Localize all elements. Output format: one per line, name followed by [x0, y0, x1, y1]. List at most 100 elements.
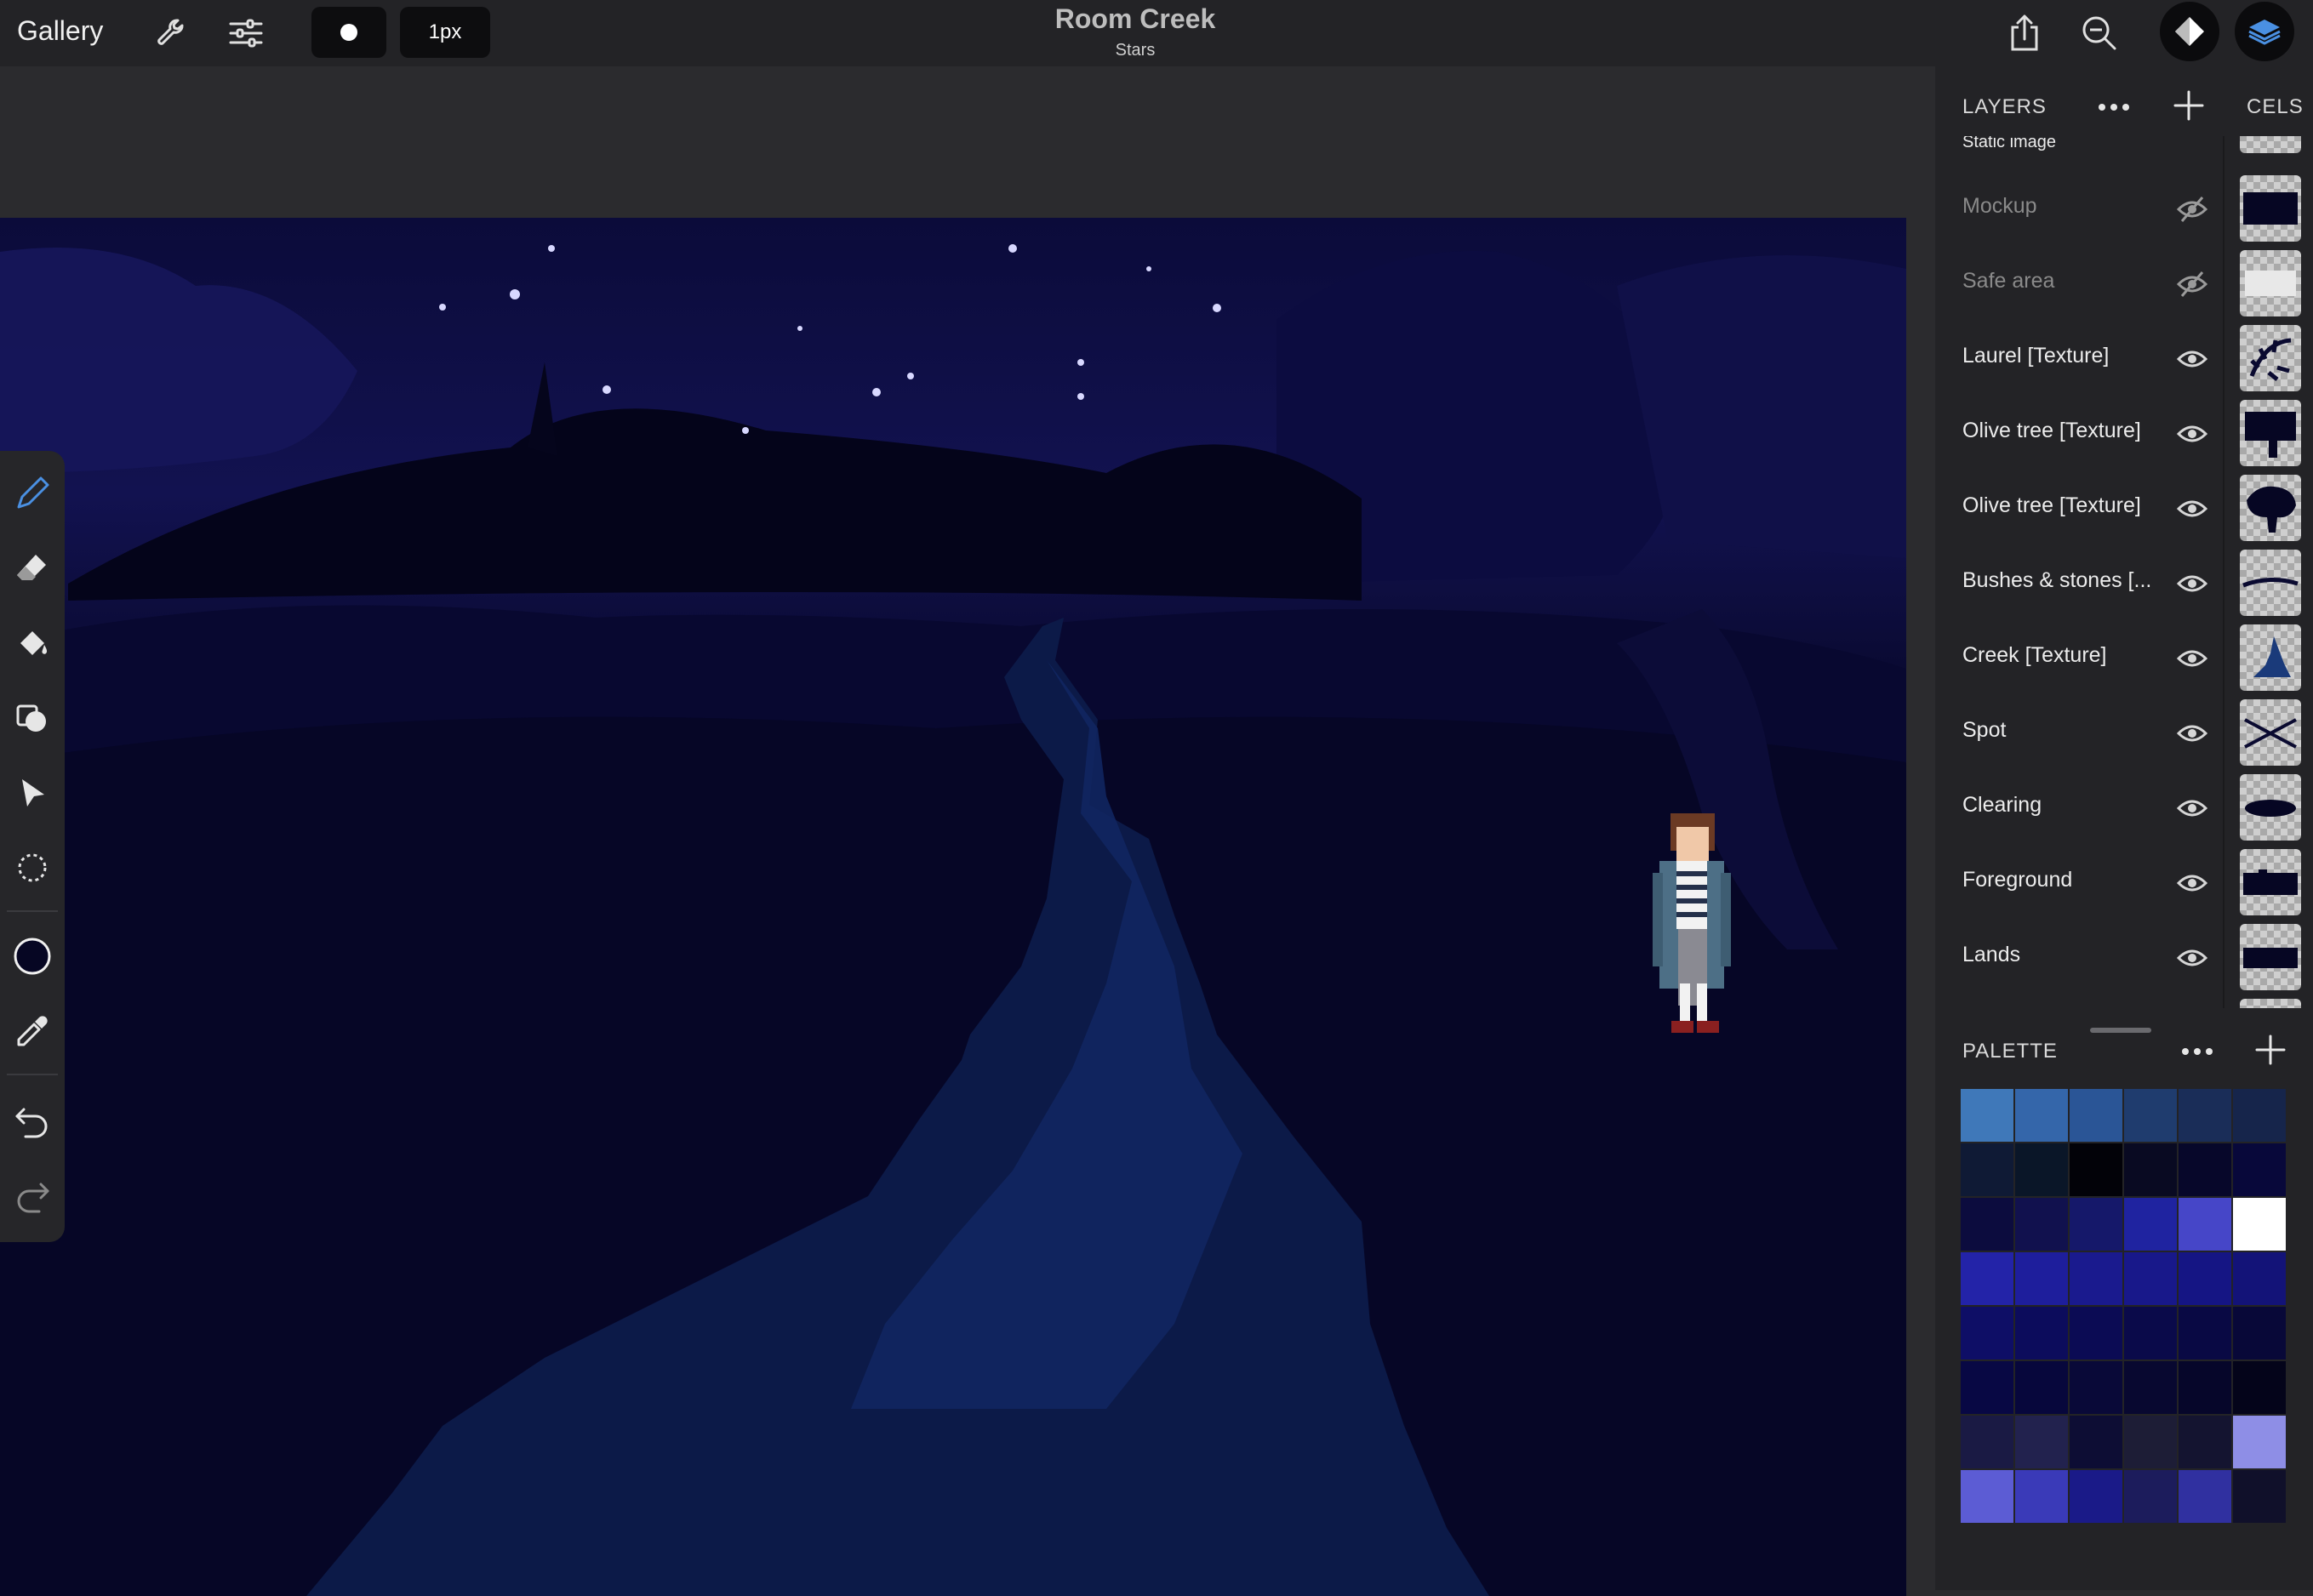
pencil-tool[interactable] — [7, 468, 58, 519]
palette-swatch[interactable] — [2179, 1143, 2231, 1196]
panel-resize-handle[interactable] — [2090, 1028, 2151, 1033]
palette-swatch[interactable] — [2070, 1361, 2122, 1414]
fill-tool[interactable] — [7, 618, 58, 669]
palette-swatch[interactable] — [2233, 1089, 2286, 1142]
gallery-button[interactable]: Gallery — [17, 15, 103, 47]
palette-swatch[interactable] — [2179, 1089, 2231, 1142]
palette-swatch[interactable] — [2124, 1089, 2177, 1142]
layers-more-button[interactable] — [2095, 92, 2133, 123]
eye-icon[interactable] — [2175, 419, 2209, 449]
palette-swatch[interactable] — [1961, 1470, 2013, 1523]
palette-swatch[interactable] — [2070, 1252, 2122, 1305]
palette-swatch[interactable] — [1961, 1361, 2013, 1414]
palette-swatch[interactable] — [2233, 1416, 2286, 1468]
palette-swatch[interactable] — [2070, 1470, 2122, 1523]
color-button[interactable] — [7, 931, 58, 982]
palette-swatch[interactable] — [2233, 1252, 2286, 1305]
layer-row[interactable]: Olive tree [Texture] — [1935, 471, 2313, 546]
eye-icon[interactable] — [2175, 493, 2209, 524]
shapes-tool[interactable] — [7, 693, 58, 744]
palette-swatch[interactable] — [2124, 1198, 2177, 1251]
palette-swatch[interactable] — [2124, 1252, 2177, 1305]
palette-more-button[interactable] — [2179, 1036, 2216, 1067]
palette-swatch[interactable] — [2179, 1307, 2231, 1359]
palette-swatch[interactable] — [1961, 1198, 2013, 1251]
palette-swatch[interactable] — [2070, 1143, 2122, 1196]
eyedropper-tool[interactable] — [7, 1006, 58, 1057]
palette-swatch[interactable] — [1961, 1416, 2013, 1468]
palette-swatch[interactable] — [2015, 1470, 2068, 1523]
palette-swatch[interactable] — [2015, 1089, 2068, 1142]
eye-hidden-icon[interactable] — [2175, 194, 2209, 225]
wrench-icon[interactable] — [150, 12, 192, 54]
palette-swatch[interactable] — [2070, 1416, 2122, 1468]
eye-icon[interactable] — [2175, 718, 2209, 749]
layer-row[interactable]: Bushes & stones [... — [1935, 546, 2313, 621]
palette-swatch[interactable] — [2124, 1143, 2177, 1196]
layers-button[interactable] — [2235, 2, 2294, 61]
layer-row[interactable]: Foreground — [1935, 846, 2313, 921]
palette-swatch[interactable] — [2233, 1143, 2286, 1196]
move-tool[interactable] — [7, 767, 58, 818]
palette-swatch[interactable] — [2179, 1198, 2231, 1251]
eye-icon[interactable] — [2175, 943, 2209, 973]
add-layer-button[interactable] — [2172, 88, 2206, 123]
layer-row[interactable]: Creek [Texture] — [1935, 621, 2313, 696]
palette-swatch[interactable] — [1961, 1307, 2013, 1359]
adjustments-icon[interactable] — [225, 12, 267, 54]
layer-row[interactable]: Olive tree [Texture] — [1935, 396, 2313, 471]
layers-icon — [2248, 20, 2281, 45]
palette-swatch[interactable] — [2070, 1198, 2122, 1251]
palette-swatch[interactable] — [2124, 1307, 2177, 1359]
zoom-icon[interactable] — [2078, 12, 2121, 54]
layer-row[interactable]: Clearing — [1935, 771, 2313, 846]
palette-swatch[interactable] — [2233, 1470, 2286, 1523]
palette-swatch[interactable] — [1961, 1143, 2013, 1196]
palette-swatch[interactable] — [1961, 1089, 2013, 1142]
palette-grid — [1961, 1089, 2287, 1523]
palette-swatch[interactable] — [2015, 1416, 2068, 1468]
palette-swatch[interactable] — [2015, 1252, 2068, 1305]
share-icon[interactable] — [2003, 12, 2046, 54]
palette-swatch[interactable] — [2124, 1470, 2177, 1523]
palette-swatch[interactable] — [2015, 1361, 2068, 1414]
brush-dot-button[interactable] — [311, 7, 386, 58]
layer-row[interactable]: Mockup — [1935, 172, 2313, 247]
add-color-button[interactable] — [2253, 1033, 2287, 1067]
layer-name: Olive tree [Texture] — [1962, 493, 2141, 517]
palette-swatch[interactable] — [2233, 1361, 2286, 1414]
eye-icon[interactable] — [2175, 643, 2209, 674]
layer-row[interactable]: Static image — [1935, 136, 2313, 158]
palette-swatch[interactable] — [2179, 1252, 2231, 1305]
eye-icon[interactable] — [2175, 793, 2209, 824]
palette-swatch[interactable] — [2015, 1307, 2068, 1359]
selection-tool[interactable] — [7, 842, 58, 893]
palette-swatch[interactable] — [2015, 1198, 2068, 1251]
palette-swatch[interactable] — [2070, 1089, 2122, 1142]
palette-swatch[interactable] — [1961, 1252, 2013, 1305]
undo-button[interactable] — [7, 1094, 58, 1145]
palette-swatch[interactable] — [2233, 1307, 2286, 1359]
palette-swatch[interactable] — [2179, 1470, 2231, 1523]
palette-swatch[interactable] — [2179, 1361, 2231, 1414]
layer-row[interactable]: Laurel [Texture] — [1935, 322, 2313, 396]
layer-diamond-button[interactable] — [2160, 2, 2219, 61]
eye-icon[interactable] — [2175, 868, 2209, 898]
layer-row[interactable]: Lands — [1935, 921, 2313, 995]
eraser-tool[interactable] — [7, 543, 58, 594]
palette-swatch[interactable] — [2015, 1143, 2068, 1196]
redo-button[interactable] — [7, 1169, 58, 1220]
eye-hidden-icon[interactable] — [2175, 269, 2209, 299]
layer-row[interactable]: Safe area — [1935, 247, 2313, 322]
eye-icon[interactable] — [2175, 344, 2209, 374]
palette-swatch[interactable] — [2070, 1307, 2122, 1359]
palette-swatch[interactable] — [2124, 1416, 2177, 1468]
palette-swatch[interactable] — [2233, 1198, 2286, 1251]
layer-row[interactable]: Spot — [1935, 696, 2313, 771]
palette-swatch[interactable] — [2179, 1416, 2231, 1468]
palette-swatch[interactable] — [2124, 1361, 2177, 1414]
eye-icon[interactable] — [2175, 568, 2209, 599]
drawing-canvas[interactable] — [0, 218, 1906, 1596]
layer-thumbnail — [2240, 924, 2301, 990]
brush-size-button[interactable]: 1px — [400, 7, 490, 58]
